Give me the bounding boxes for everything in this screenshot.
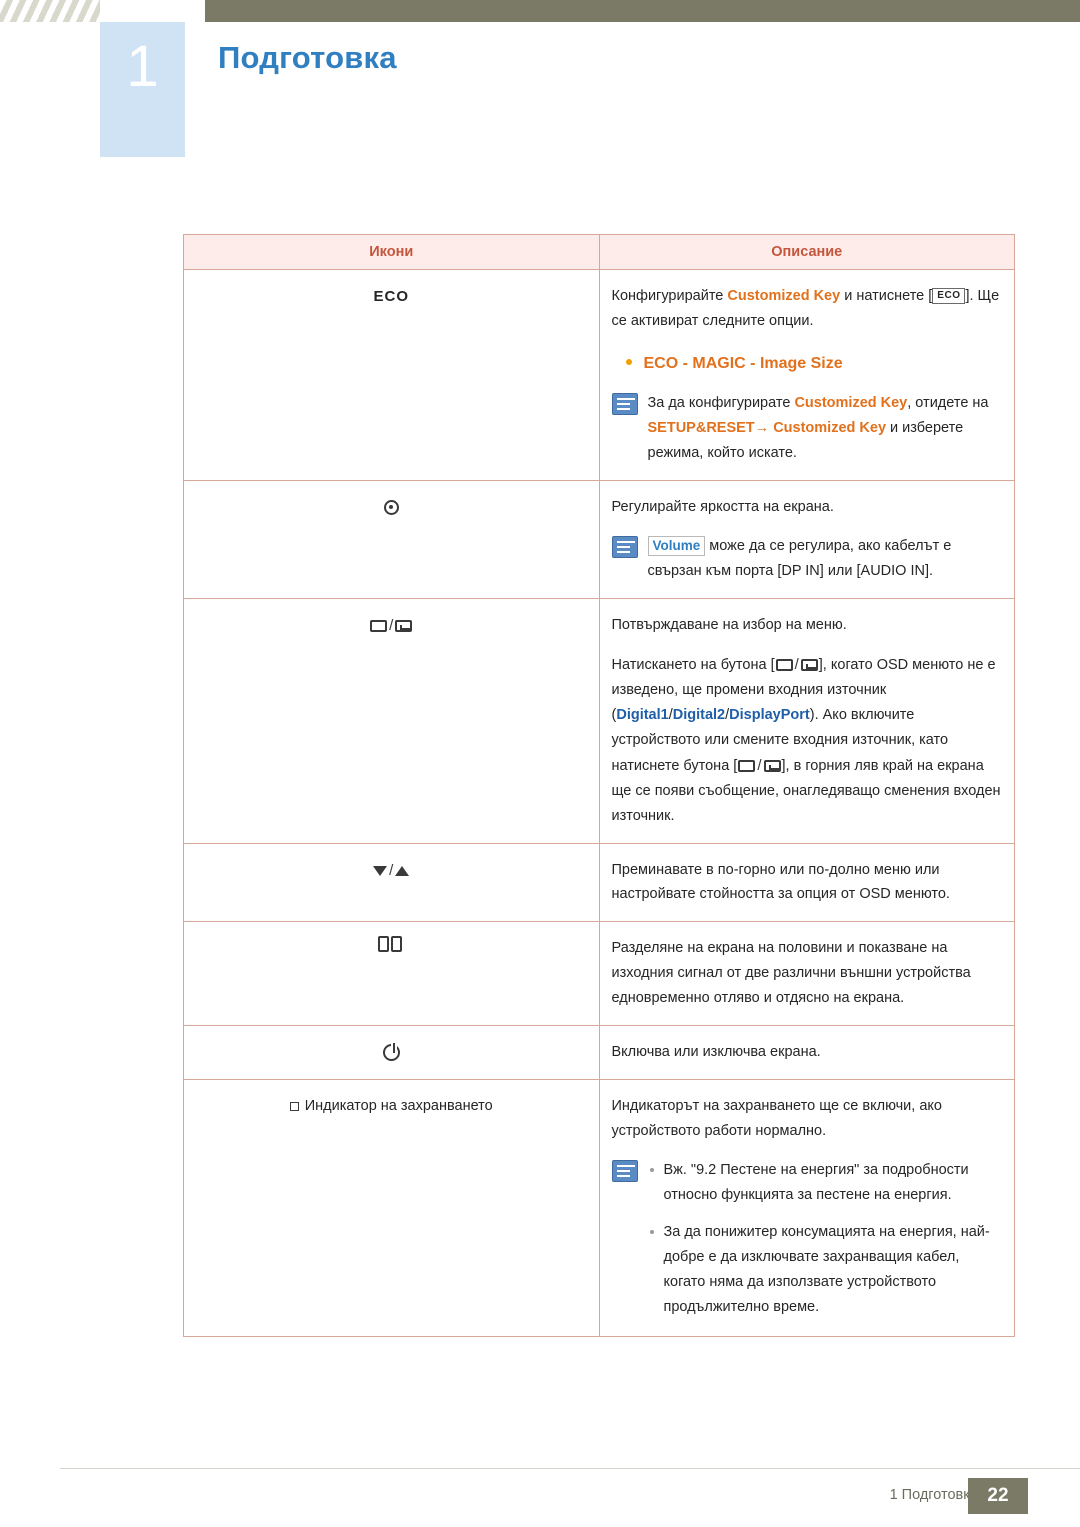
source-digital2: Digital2 [672, 706, 726, 723]
note-block: Volume може да се регулира, ако кабелът … [611, 534, 1003, 584]
arrow-up-icon [395, 865, 410, 876]
note-icon [611, 393, 638, 416]
brightness-icon [383, 499, 399, 515]
text-fragment: Натискането на бутона [ [611, 656, 775, 673]
page-number: 22 [968, 1478, 1028, 1514]
table-row: Регулирайте яркостта на екрана. Volume м… [183, 480, 1015, 600]
enter-button-icon [800, 659, 818, 672]
pbp-icon [378, 936, 404, 961]
source-change-text: Натискането на бутона [/], когато OSD ме… [612, 652, 1003, 829]
description-cell-pbp: Разделяне на екрана на половини и показв… [598, 921, 1015, 1027]
eco-key-badge: ECO [932, 288, 966, 305]
icon-cell-down-up: / [183, 842, 600, 923]
note-icon [611, 536, 638, 559]
bullet-dot-icon [625, 358, 632, 365]
text-fragment: Конфигурирайте [611, 288, 728, 304]
note-body: Вж. "9.2 Пестене на енергия" за подробно… [648, 1158, 1003, 1322]
enter-button-icon [395, 620, 413, 633]
confirm-selection-text: Потвърждаване на избор на меню. [611, 617, 847, 634]
jog-button-icon [775, 659, 793, 672]
icon-cell-eco: ECO [183, 268, 600, 482]
note-block: За да конфигурирате Customized Key, отид… [611, 391, 1003, 466]
description-cell-power: Включва или изключва екрана. [598, 1025, 1015, 1081]
footer-divider [60, 1468, 1080, 1469]
eco-options-text: ECO - MAGIC - Image Size [643, 354, 843, 372]
customized-key-label: Customized Key [794, 395, 908, 412]
table-row: / Преминавате в по-горно или по-долно ме… [183, 842, 1015, 923]
jog-button-icon [370, 620, 388, 633]
arrow-down-icon [373, 865, 388, 876]
jog-button-icon [738, 759, 756, 772]
enter-button-icon [763, 759, 781, 772]
note-list-item: Вж. "9.2 Пестене на енергия" за подробно… [648, 1158, 1003, 1208]
text-fragment: и натиснете [ [840, 288, 933, 304]
header-hatch-decoration [0, 0, 100, 22]
description-cell-down-up: Преминавате в по-горно или по-долно меню… [598, 842, 1015, 923]
slash-separator: / [389, 861, 394, 879]
table-row: Индикатор на захранването Индикаторът на… [183, 1079, 1015, 1337]
header-bar [205, 0, 1080, 22]
jog-enter-inline-icon: / [737, 753, 781, 779]
brightness-description: Регулирайте яркостта на екрана. [611, 499, 834, 516]
power-led-icon [289, 1101, 299, 1111]
footer-chapter-label: 1 Подготовка [889, 1487, 978, 1503]
table-row: Разделяне на екрана на половини и показв… [183, 921, 1015, 1027]
power-led-description: Индикаторът на захранването ще се включи… [611, 1098, 942, 1140]
pbp-right-pane [391, 936, 403, 953]
description-cell-jog-enter: Потвърждаване на избор на меню. Натискан… [598, 598, 1015, 844]
icons-description-table: Икони Описание ECO Конфигурирайте Custom… [183, 234, 1015, 1337]
icon-cell-pbp [183, 921, 600, 1027]
note-body: Volume може да се регулира, ако кабелът … [647, 534, 1003, 584]
note-list-item: За да понижитер консумацията на енергия,… [648, 1220, 1003, 1320]
icon-cell-power [183, 1025, 600, 1081]
note-icon [611, 1160, 638, 1183]
table-row: ECO Конфигурирайте Customized Key и нати… [183, 268, 1015, 482]
text-fragment: , отидете на [907, 395, 989, 412]
customized-key-label: Customized Key [727, 288, 841, 304]
note-block: Вж. "9.2 Пестене на енергия" за подробно… [611, 1158, 1003, 1322]
column-header-description: Описание [598, 234, 1015, 270]
slash-separator: / [389, 617, 394, 635]
eco-description-paragraph: Конфигурирайте Customized Key и натиснет… [612, 284, 1003, 334]
description-cell-eco: Конфигурирайте Customized Key и натиснет… [598, 268, 1015, 482]
source-digital1: Digital1 [616, 706, 669, 723]
note-body: За да конфигурирате Customized Key, отид… [648, 391, 1003, 466]
customized-key-label: Customized Key [773, 420, 887, 437]
jog-enter-inline-icon: / [775, 652, 819, 678]
page-title: Подготовка [218, 40, 397, 75]
arrow-glyph: → [754, 420, 774, 437]
eco-icon: ECO [373, 288, 409, 305]
icon-cell-jog-enter: / [183, 598, 600, 844]
pbp-left-pane [378, 936, 390, 953]
description-cell-power-led: Индикаторът на захранването ще се включи… [598, 1079, 1015, 1337]
table-row: Включва или изключва екрана. [183, 1025, 1015, 1081]
slash-separator: / [757, 756, 762, 774]
description-cell-brightness: Регулирайте яркостта на екрана. Volume м… [598, 480, 1015, 600]
icon-cell-power-led: Индикатор на захранването [183, 1079, 600, 1337]
icon-cell-brightness [183, 480, 600, 600]
eco-options-bullet: ECO - MAGIC - Image Size [612, 350, 1003, 378]
power-icon [382, 1042, 400, 1061]
source-displayport: DisplayPort [729, 706, 810, 723]
volume-key-badge: Volume [647, 536, 706, 557]
chapter-number: 1 [126, 34, 159, 99]
table-row: / Потвърждаване на избор на меню. Натиск… [183, 598, 1015, 844]
slash-separator: / [794, 655, 799, 673]
table-header-row: Икони Описание [183, 234, 1015, 270]
setup-reset-label: SETUP&RESET [647, 420, 755, 437]
power-led-label: Индикатор на захранването [304, 1098, 493, 1115]
column-header-icons: Икони [183, 234, 600, 270]
text-fragment: За да конфигурирате [647, 395, 795, 412]
